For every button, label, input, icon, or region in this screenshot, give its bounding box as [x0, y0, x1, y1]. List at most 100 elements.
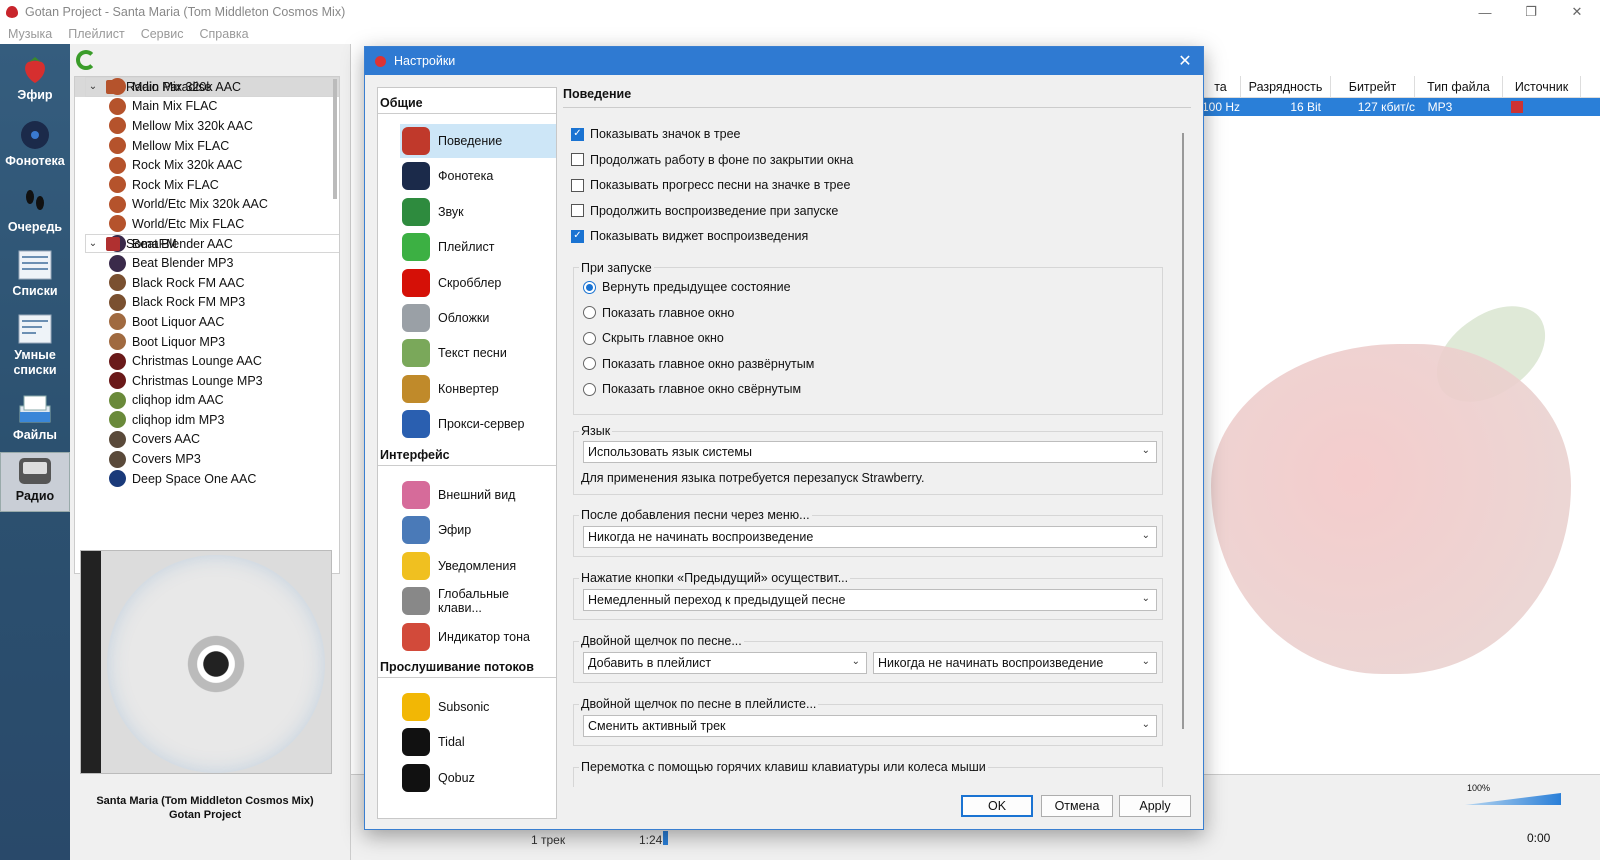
tree-scrollbar[interactable] — [333, 79, 337, 199]
menu-music[interactable]: Музыка — [0, 27, 60, 41]
column-header-samplerate[interactable]: та — [1201, 76, 1241, 98]
sidebar-item-smart-playlists[interactable]: Умные списки — [0, 312, 70, 392]
dialog-close-button[interactable]: ✕ — [1173, 49, 1197, 73]
previous-select[interactable]: Немедленный переход к предыдущей песне ⌄ — [583, 589, 1157, 611]
table-row[interactable]: 100 Hz 16 Bit 127 кбит/с MP3 — [1201, 98, 1600, 116]
checkbox[interactable]: ✓ — [571, 229, 584, 243]
double-click-playlist-select[interactable]: Сменить активный трек ⌄ — [583, 715, 1157, 737]
tree-item[interactable]: Deep Space One AAC — [75, 469, 339, 489]
minimize-button[interactable]: — — [1462, 0, 1508, 24]
close-button[interactable]: ✕ — [1554, 0, 1600, 24]
somafm-source-icon — [1511, 101, 1523, 113]
nav-item[interactable]: Уведомления — [400, 549, 556, 583]
menu-help[interactable]: Справка — [192, 27, 257, 41]
tree-item[interactable]: Rock Mix 320k AAC — [75, 155, 339, 175]
checkbox[interactable] — [571, 178, 584, 192]
nav-item[interactable]: Обложки — [400, 301, 556, 335]
tree-item[interactable]: cliqhop idm MP3 — [75, 410, 339, 430]
expand-arrow-icon[interactable]: ⌄ — [86, 81, 100, 92]
tree-group[interactable]: ⌄ SomaFM — [85, 233, 339, 254]
lastfm-icon — [402, 268, 430, 297]
maximize-button[interactable]: ❐ — [1508, 0, 1554, 24]
radio-row[interactable]: Показать главное окно развёрнутым — [583, 357, 814, 371]
radio-row[interactable]: Вернуть предыдущее состояние — [583, 280, 791, 294]
sidebar-item-playlists[interactable]: Списки — [0, 248, 70, 310]
tree-item[interactable]: Rock Mix FLAC — [75, 175, 339, 195]
cancel-button[interactable]: Отмена — [1041, 795, 1113, 817]
apply-button[interactable]: Apply — [1119, 795, 1191, 817]
column-header-filetype[interactable]: Тип файла — [1415, 76, 1503, 98]
radio-button[interactable] — [583, 280, 596, 294]
radio-row[interactable]: Показать главное окно — [583, 306, 734, 320]
menu-tools[interactable]: Сервис — [133, 27, 192, 41]
tree-item[interactable]: Christmas Lounge MP3 — [75, 371, 339, 391]
nav-item[interactable]: Поведение — [400, 124, 556, 158]
tree-item[interactable]: Boot Liquor MP3 — [75, 332, 339, 352]
after-add-select[interactable]: Никогда не начинать воспроизведение ⌄ — [583, 526, 1157, 548]
tree-item[interactable]: World/Etc Mix 320k AAC — [75, 195, 339, 215]
tree-item[interactable]: Mellow Mix 320k AAC — [75, 116, 339, 136]
tree-group[interactable]: ⌄ Radio Paradise — [85, 77, 339, 97]
checkbox-row[interactable]: Продолжать работу в фоне по закрытии окн… — [571, 153, 853, 167]
language-select[interactable]: Использовать язык системы ⌄ — [583, 441, 1157, 463]
expand-arrow-icon[interactable]: ⌄ — [86, 238, 100, 249]
checkbox[interactable]: ✓ — [571, 127, 584, 141]
checkbox-row[interactable]: ✓ Показывать виджет воспроизведения — [571, 229, 808, 243]
seek-slider[interactable] — [663, 831, 668, 845]
column-header-bitrate[interactable]: Битрейт — [1331, 76, 1415, 98]
tree-item[interactable]: Main Mix FLAC — [75, 97, 339, 117]
vinyl-icon — [17, 118, 53, 152]
tree-item[interactable]: Mellow Mix FLAC — [75, 136, 339, 156]
sidebar-item-radio[interactable]: Радио — [0, 452, 70, 512]
sidebar-item-collection[interactable]: Фонотека — [0, 118, 70, 180]
column-header-bitdepth[interactable]: Разрядность — [1241, 76, 1331, 98]
tree-item[interactable]: World/Etc Mix FLAC — [75, 214, 339, 234]
nav-item[interactable]: Глобальные клави... — [400, 584, 556, 618]
tree-item[interactable]: Beat Blender MP3 — [75, 253, 339, 273]
checkbox[interactable] — [571, 153, 584, 166]
ok-button[interactable]: OK — [961, 795, 1033, 817]
checkbox-row[interactable]: Продолжить воспроизведение при запуске — [571, 204, 838, 218]
nav-item[interactable]: Subsonic — [400, 690, 556, 724]
nav-item[interactable]: Звук — [400, 195, 556, 229]
double-click-select-1[interactable]: Добавить в плейлист ⌄ — [583, 652, 867, 674]
tree-item[interactable]: Covers AAC — [75, 430, 339, 450]
nav-item[interactable]: Tidal — [400, 725, 556, 759]
tree-item[interactable]: Black Rock FM MP3 — [75, 293, 339, 313]
content-scrollbar[interactable] — [1182, 133, 1184, 729]
tree-item[interactable]: Boot Liquor AAC — [75, 312, 339, 332]
column-header-source[interactable]: Источник — [1503, 76, 1581, 98]
sidebar-item-context[interactable]: Эфир — [0, 52, 70, 114]
radio-button[interactable] — [583, 306, 596, 319]
nav-item[interactable]: Плейлист — [400, 230, 556, 264]
radio-button[interactable] — [583, 331, 596, 345]
radio-button[interactable] — [583, 382, 596, 396]
refresh-icon[interactable] — [76, 50, 96, 70]
nav-item[interactable]: Индикатор тона — [400, 620, 556, 654]
checkbox[interactable] — [571, 204, 584, 217]
tree-item[interactable]: cliqhop idm AAC — [75, 391, 339, 411]
checkbox-row[interactable]: Показывать прогресс песни на значке в тр… — [571, 178, 850, 192]
nav-item[interactable]: Внешний вид — [400, 478, 556, 512]
checkbox-row[interactable]: ✓ Показывать значок в трее — [571, 127, 741, 141]
tree-item[interactable]: Black Rock FM AAC — [75, 273, 339, 293]
radio-row[interactable]: Скрыть главное окно — [583, 331, 724, 345]
sidebar-item-queue[interactable]: Очередь — [0, 184, 70, 246]
cell-samplerate: 100 Hz — [1201, 100, 1241, 114]
radio-row[interactable]: Показать главное окно свёрнутым — [583, 382, 801, 396]
radio-button[interactable] — [583, 357, 596, 370]
nav-item[interactable]: Эфир — [400, 513, 556, 547]
nav-item[interactable]: Скробблер — [400, 266, 556, 300]
nav-item[interactable]: Прокси-сервер — [400, 407, 556, 441]
menu-playlist[interactable]: Плейлист — [60, 27, 132, 41]
nav-item[interactable]: Текст песни — [400, 336, 556, 370]
nav-item-label: Плейлист — [438, 240, 495, 255]
nav-item[interactable]: Фонотека — [400, 159, 556, 193]
nav-item[interactable]: Qobuz — [400, 761, 556, 795]
tree-item[interactable]: Covers MP3 — [75, 449, 339, 469]
nav-item[interactable]: Конвертер — [400, 372, 556, 406]
volume-slider[interactable] — [1465, 793, 1561, 805]
double-click-select-2[interactable]: Никогда не начинать воспроизведение ⌄ — [873, 652, 1157, 674]
sidebar-item-files[interactable]: Файлы — [0, 392, 70, 454]
tree-item[interactable]: Christmas Lounge AAC — [75, 351, 339, 371]
